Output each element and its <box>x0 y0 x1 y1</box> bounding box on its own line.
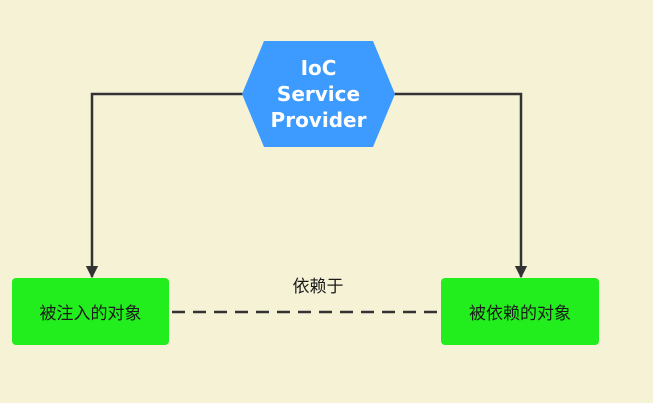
injected-object-label: 被注入的对象 <box>39 304 142 324</box>
depended-object-label: 被依赖的对象 <box>469 304 571 324</box>
diagram-canvas: IoC Service Provider 被注入的对象 被依赖的对象 依赖于 <box>0 0 653 403</box>
left-connector-arrow <box>85 92 243 279</box>
ioc-service-provider-node: IoC Service Provider <box>242 41 395 147</box>
provider-label-line-2: Service <box>276 82 361 106</box>
provider-label-line-1: IoC <box>300 56 337 80</box>
provider-label-line-3: Provider <box>270 108 367 132</box>
right-connector-arrow <box>394 92 528 279</box>
depended-object-node: 被依赖的对象 <box>441 278 599 345</box>
injected-object-node: 被注入的对象 <box>12 278 169 345</box>
depends-on-label: 依赖于 <box>292 277 344 297</box>
provider-label: IoC Service Provider <box>242 41 395 147</box>
